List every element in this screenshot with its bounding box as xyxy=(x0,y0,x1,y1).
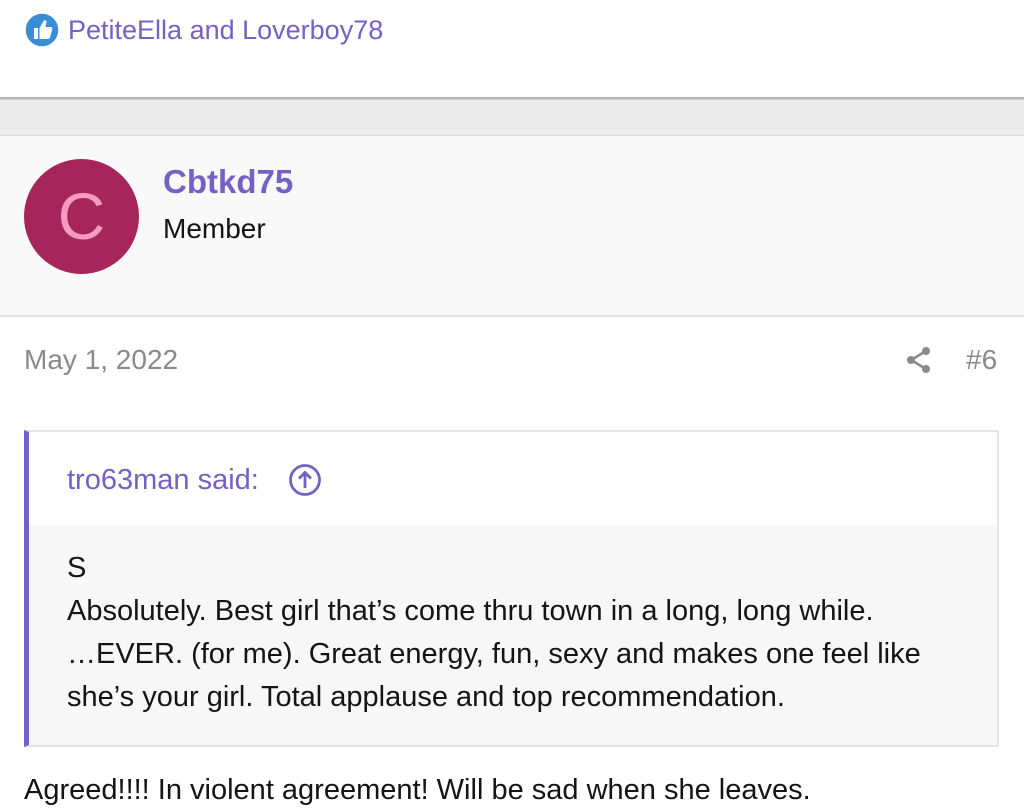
message-gap xyxy=(0,100,1024,136)
user-title: Member xyxy=(163,213,266,244)
quote-block: tro63man said: S Absolutely. Best girl t… xyxy=(24,430,999,747)
quote-body: S Absolutely. Best girl that’s come thru… xyxy=(29,525,997,745)
quote-author-link[interactable]: tro63man said: xyxy=(67,460,259,500)
thumbs-up-icon[interactable] xyxy=(24,12,60,48)
quote-header: tro63man said: xyxy=(29,432,997,525)
reactions-bar: PetiteElla and Loverboy78 xyxy=(0,0,1024,97)
quote-line: she’s your girl. Total applause and top … xyxy=(67,681,785,713)
arrow-up-circle-icon[interactable] xyxy=(288,463,322,497)
quote-line: …EVER. (for me). Great energy, fun, sexy… xyxy=(67,638,921,670)
share-icon[interactable] xyxy=(902,344,934,376)
quote-line: Absolutely. Best girl that’s come thru t… xyxy=(67,595,874,627)
post-user-block: C Cbtkd75 Member xyxy=(0,136,1024,317)
username-link[interactable]: Cbtkd75 xyxy=(163,162,293,202)
post-number-link[interactable]: #6 xyxy=(966,340,997,380)
avatar[interactable]: C xyxy=(24,159,139,274)
post-message-text: Agreed!!!! In violent agreement! Will be… xyxy=(24,774,811,806)
quote-line: S xyxy=(67,552,87,584)
reaction-users-link[interactable]: PetiteElla and Loverboy78 xyxy=(68,12,383,48)
post-date-link[interactable]: May 1, 2022 xyxy=(24,340,178,380)
